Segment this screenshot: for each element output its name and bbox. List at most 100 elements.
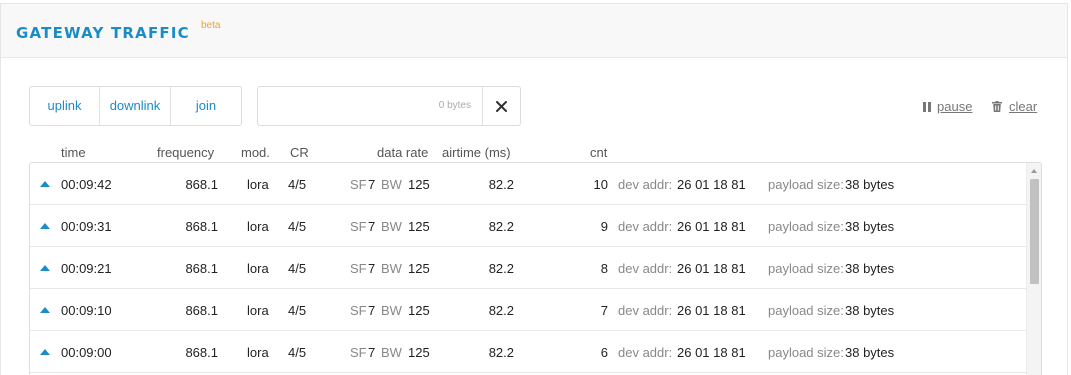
trash-icon <box>992 101 1002 112</box>
row-dev-addr: 26 01 18 81 <box>677 177 746 192</box>
row-sf: 7 <box>368 345 376 360</box>
row-time: 00:09:42 <box>61 177 112 192</box>
row-payload: 38 bytes <box>845 261 895 276</box>
row-sf-label: SF <box>350 177 367 192</box>
uplink-filter-button[interactable]: uplink <box>30 87 100 125</box>
row-payload: 38 bytes <box>845 303 895 318</box>
row-cr: 4/5 <box>288 219 307 234</box>
row-payload-label: payload size: <box>768 345 844 360</box>
column-header-mod: mod. <box>241 145 270 160</box>
table-row[interactable]: 00:09:21 868.1 lora 4/5 SF 7 BW 125 82.2… <box>30 247 1027 289</box>
row-sf-label: SF <box>350 303 367 318</box>
row-frequency: 868.1 <box>185 345 218 360</box>
row-dev-addr-label: dev addr: <box>618 303 673 318</box>
column-header-airtime: airtime (ms) <box>442 145 511 160</box>
close-icon <box>496 100 507 112</box>
scrollbar-thumb[interactable] <box>1030 179 1039 284</box>
row-time: 00:09:21 <box>61 261 112 276</box>
row-bw: 125 <box>408 219 430 234</box>
row-sf: 7 <box>368 219 376 234</box>
pause-icon <box>923 101 931 112</box>
row-bw-label: BW <box>381 261 402 276</box>
row-airtime: 82.2 <box>488 177 514 192</box>
clear-filter-button[interactable] <box>482 87 520 125</box>
row-sf: 7 <box>368 303 376 318</box>
row-time: 00:09:10 <box>61 303 112 318</box>
table-scrollbar[interactable] <box>1026 163 1041 375</box>
row-airtime: 82.2 <box>488 303 514 318</box>
beta-badge: beta <box>201 20 221 31</box>
row-bw: 125 <box>408 345 430 360</box>
uplink-arrow-icon <box>40 307 50 313</box>
row-airtime: 82.2 <box>488 219 514 234</box>
uplink-arrow-icon <box>40 223 50 229</box>
row-bw: 125 <box>408 261 430 276</box>
row-frequency: 868.1 <box>185 177 218 192</box>
row-payload: 38 bytes <box>845 219 895 234</box>
row-cr: 4/5 <box>288 177 307 192</box>
column-header-time: time <box>61 145 86 160</box>
row-sf-label: SF <box>350 261 367 276</box>
row-cnt: 10 <box>593 177 608 192</box>
page-title: GATEWAY TRAFFIC <box>16 24 190 42</box>
table-row[interactable]: 00:09:10 868.1 lora 4/5 SF 7 BW 125 82.2… <box>30 289 1027 331</box>
traffic-table[interactable]: 00:09:42 868.1 lora 4/5 SF 7 BW 125 82.2… <box>29 162 1042 375</box>
row-time: 00:09:31 <box>61 219 112 234</box>
row-bw-label: BW <box>381 303 402 318</box>
column-header-cnt: cnt <box>590 145 608 160</box>
row-time: 00:09:00 <box>61 345 112 360</box>
row-mod: lora <box>247 303 269 318</box>
row-payload-label: payload size: <box>768 261 844 276</box>
row-dev-addr-label: dev addr: <box>618 261 673 276</box>
column-header-frequency: frequency <box>157 145 215 160</box>
row-sf-label: SF <box>350 219 367 234</box>
row-cnt: 8 <box>600 261 608 276</box>
bytes-counter: 0 bytes <box>438 100 471 111</box>
row-bw-label: BW <box>381 177 402 192</box>
pause-button[interactable]: pause <box>923 99 972 114</box>
uplink-arrow-icon <box>40 181 50 187</box>
row-frequency: 868.1 <box>185 219 218 234</box>
row-cr: 4/5 <box>288 345 307 360</box>
row-bw: 125 <box>408 303 430 318</box>
row-sf: 7 <box>368 261 376 276</box>
row-dev-addr-label: dev addr: <box>618 219 673 234</box>
row-dev-addr: 26 01 18 81 <box>677 303 746 318</box>
clear-button[interactable]: clear <box>992 99 1037 114</box>
panel-header: GATEWAY TRAFFIC beta <box>1 4 1067 58</box>
column-header-data-rate: data rate <box>377 145 429 160</box>
direction-filter-group: uplink downlink join <box>29 86 242 126</box>
downlink-filter-button[interactable]: downlink <box>100 87 171 125</box>
table-row[interactable]: 00:09:00 868.1 lora 4/5 SF 7 BW 125 82.2… <box>30 331 1027 373</box>
row-cnt: 7 <box>600 303 608 318</box>
row-dev-addr-label: dev addr: <box>618 345 673 360</box>
row-sf: 7 <box>368 177 376 192</box>
column-header-cr: CR <box>290 145 309 160</box>
row-bw: 125 <box>408 177 430 192</box>
row-dev-addr-label: dev addr: <box>618 177 673 192</box>
row-mod: lora <box>247 345 269 360</box>
row-dev-addr: 26 01 18 81 <box>677 219 746 234</box>
scroll-up-arrow-icon[interactable] <box>1031 169 1037 173</box>
row-payload-label: payload size: <box>768 177 844 192</box>
table-row[interactable]: 00:09:31 868.1 lora 4/5 SF 7 BW 125 82.2… <box>30 205 1027 247</box>
row-airtime: 82.2 <box>488 261 514 276</box>
row-cr: 4/5 <box>288 261 307 276</box>
uplink-arrow-icon <box>40 265 50 271</box>
row-frequency: 868.1 <box>185 261 218 276</box>
row-dev-addr: 26 01 18 81 <box>677 261 746 276</box>
row-dev-addr: 26 01 18 81 <box>677 345 746 360</box>
uplink-arrow-icon <box>40 349 50 355</box>
row-payload-label: payload size: <box>768 219 844 234</box>
row-sf-label: SF <box>350 345 367 360</box>
row-mod: lora <box>247 177 269 192</box>
row-payload-label: payload size: <box>768 303 844 318</box>
clear-label: clear <box>1009 99 1038 114</box>
row-cr: 4/5 <box>288 303 307 318</box>
join-filter-button[interactable]: join <box>171 87 241 125</box>
row-cnt: 6 <box>600 345 608 360</box>
table-row[interactable]: 00:09:42 868.1 lora 4/5 SF 7 BW 125 82.2… <box>30 163 1027 205</box>
row-airtime: 82.2 <box>488 345 514 360</box>
row-bw-label: BW <box>381 219 402 234</box>
row-mod: lora <box>247 261 269 276</box>
